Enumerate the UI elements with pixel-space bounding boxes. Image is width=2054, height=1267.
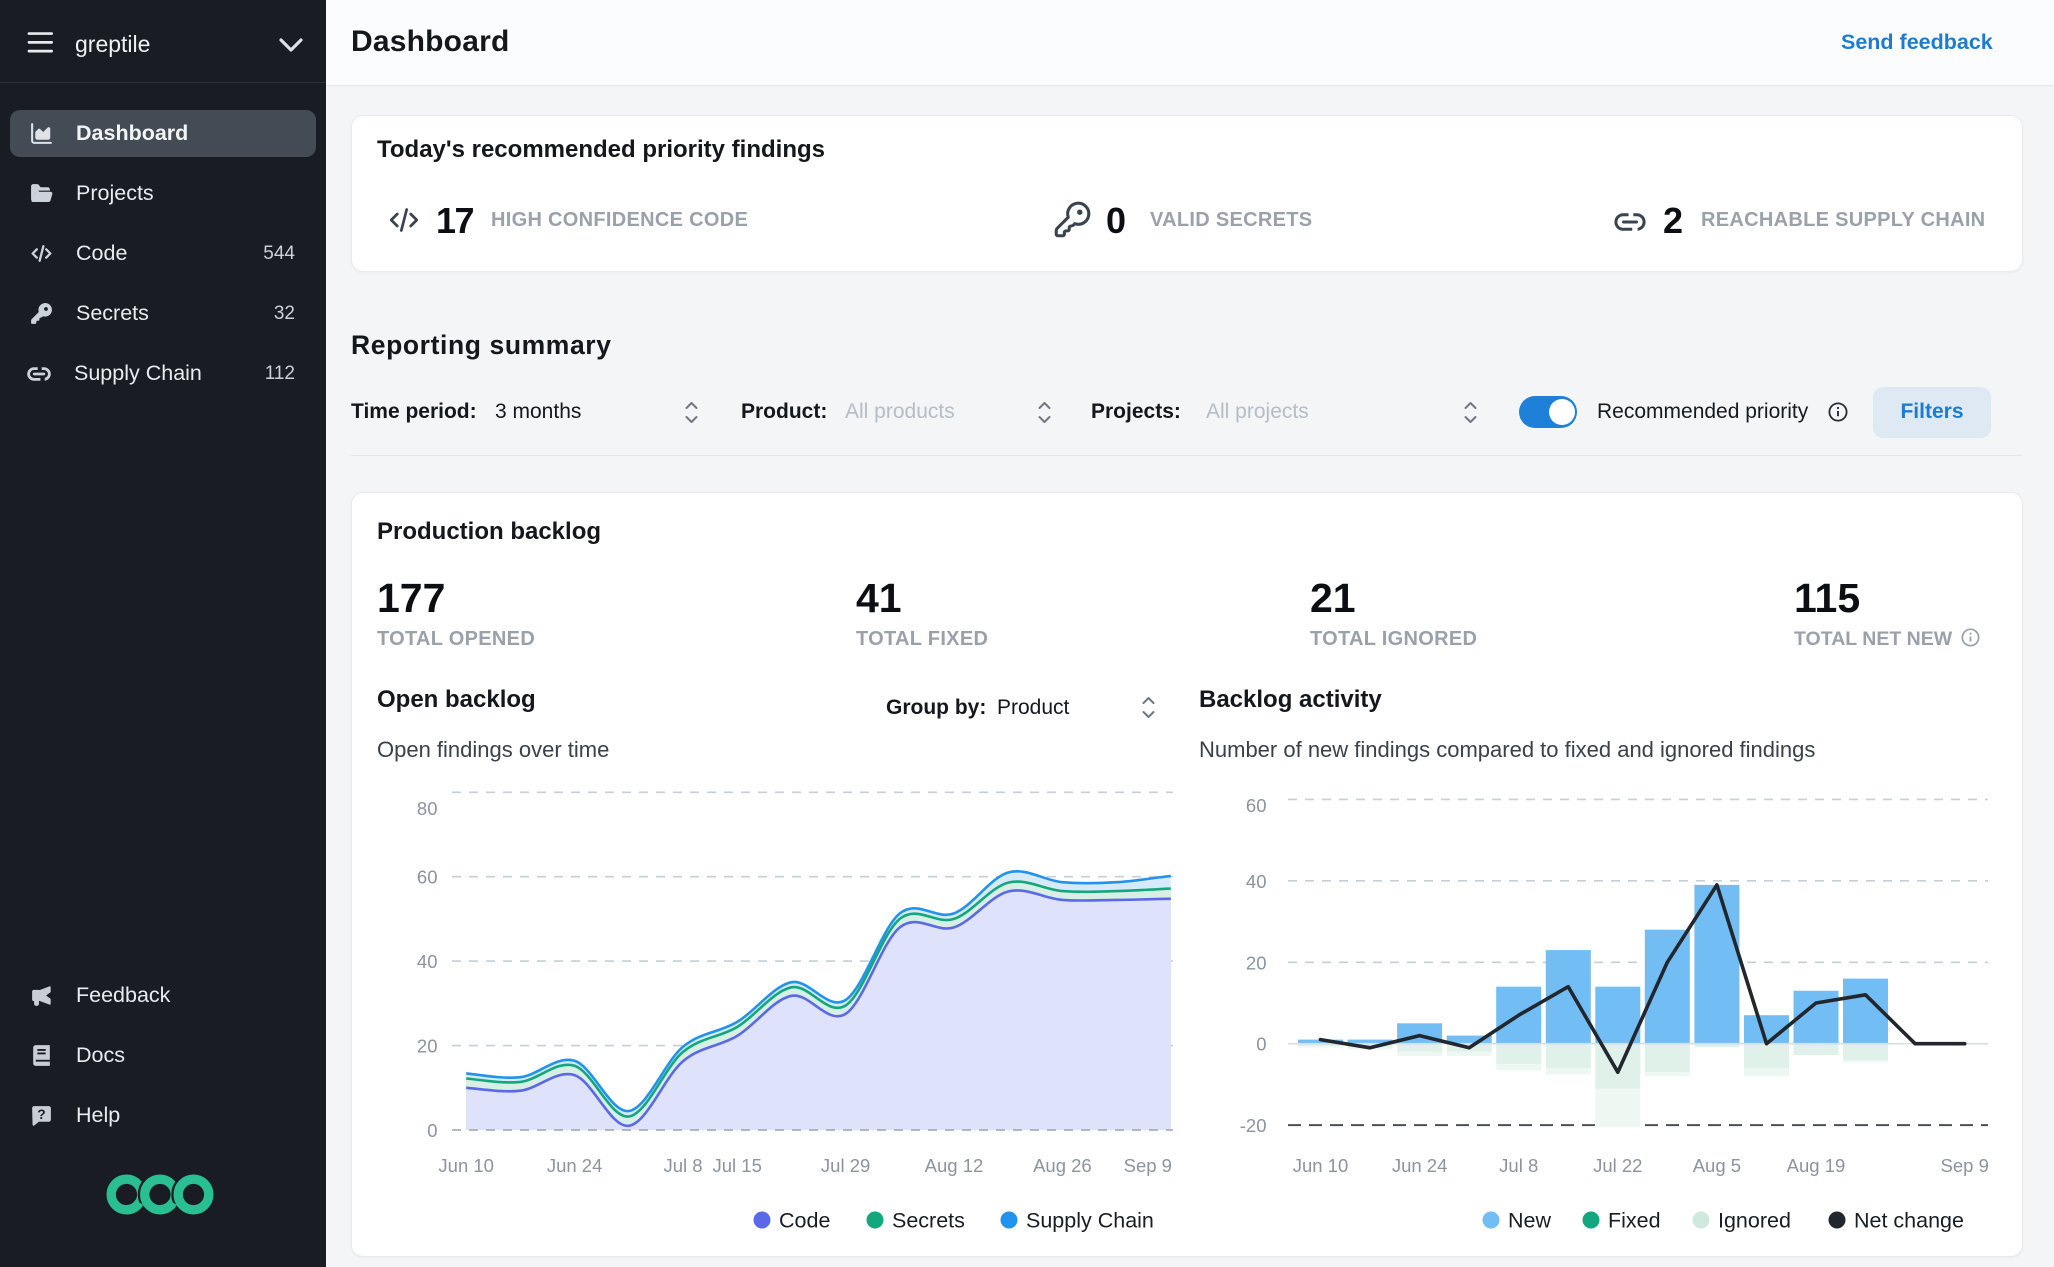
svg-text:?: ? — [37, 1107, 45, 1122]
svg-text:Jun 24: Jun 24 — [1392, 1155, 1448, 1176]
svg-text:20: 20 — [417, 1036, 438, 1057]
svg-text:0: 0 — [1256, 1034, 1266, 1055]
svg-text:Code: Code — [779, 1209, 830, 1233]
svg-text:Jul 29: Jul 29 — [821, 1155, 870, 1176]
svg-text:Jun 10: Jun 10 — [438, 1155, 494, 1176]
svg-text:60: 60 — [1246, 795, 1267, 816]
svg-text:Aug 12: Aug 12 — [925, 1155, 984, 1176]
svg-text:60: 60 — [417, 867, 438, 888]
svg-text:Jul 15: Jul 15 — [713, 1155, 762, 1176]
svg-text:Aug 5: Aug 5 — [1693, 1155, 1741, 1176]
svg-text:New: New — [1508, 1209, 1551, 1233]
svg-text:Net change: Net change — [1854, 1209, 1964, 1233]
svg-text:Sep 9: Sep 9 — [1941, 1155, 1989, 1176]
svg-text:Jun 10: Jun 10 — [1293, 1155, 1349, 1176]
svg-text:Aug 26: Aug 26 — [1033, 1155, 1092, 1176]
svg-text:Fixed: Fixed — [1608, 1209, 1661, 1233]
svg-text:Jul 8: Jul 8 — [663, 1155, 702, 1176]
svg-text:0: 0 — [427, 1120, 437, 1141]
svg-text:Sep 9: Sep 9 — [1124, 1155, 1172, 1176]
svg-text:80: 80 — [417, 798, 438, 819]
svg-text:40: 40 — [417, 951, 438, 972]
svg-text:Aug 19: Aug 19 — [1787, 1155, 1846, 1176]
svg-text:Secrets: Secrets — [892, 1209, 965, 1233]
svg-text:Supply Chain: Supply Chain — [1026, 1209, 1154, 1233]
svg-text:Jun 24: Jun 24 — [547, 1155, 603, 1176]
svg-text:Jul 8: Jul 8 — [1499, 1155, 1538, 1176]
svg-text:Ignored: Ignored — [1718, 1209, 1791, 1233]
svg-text:Jul 22: Jul 22 — [1593, 1155, 1642, 1176]
svg-text:40: 40 — [1246, 871, 1267, 892]
svg-text:-20: -20 — [1240, 1115, 1267, 1136]
svg-text:20: 20 — [1246, 952, 1267, 973]
